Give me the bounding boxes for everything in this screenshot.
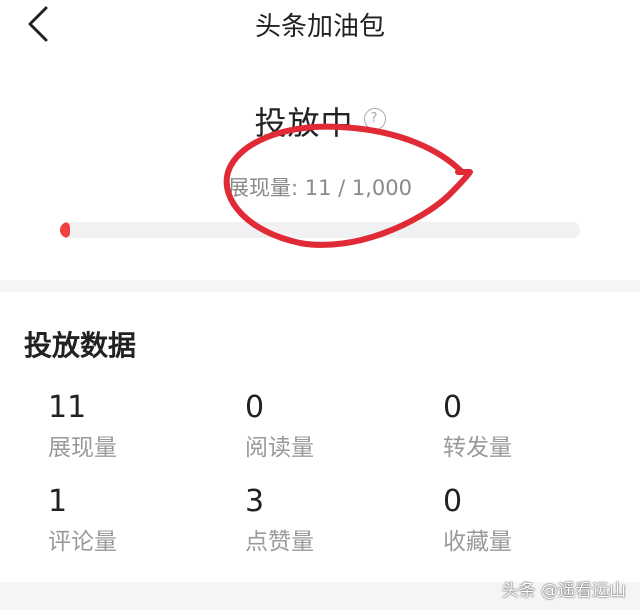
stat-value: 0 xyxy=(443,390,463,425)
progress-fill xyxy=(60,222,70,238)
stat-value: 0 xyxy=(443,484,463,519)
stat-label: 转发量 xyxy=(443,435,512,461)
page-title: 头条加油包 xyxy=(254,12,385,42)
stat-reads: 0 阅读量 xyxy=(245,390,425,462)
section-divider xyxy=(0,280,640,292)
stat-value: 1 xyxy=(48,484,68,519)
stat-label: 展现量 xyxy=(48,435,117,461)
status-title-row: 投放中? xyxy=(0,98,640,144)
stat-label: 点赞量 xyxy=(245,529,314,555)
delivery-data-section: 投放数据 11 展现量 0 阅读量 0 转发量 1 评论量 3 点赞量 0 收藏… xyxy=(0,292,640,582)
nav-bar: 头条加油包 xyxy=(0,0,640,63)
watermark: 头条 @遥看远山 xyxy=(501,581,626,601)
help-icon[interactable]: ? xyxy=(363,108,386,130)
impressions-progress-text: 展现量: 11 / 1,000 xyxy=(227,176,413,200)
status-card: 投放中? 展现量: 11 / 1,000 xyxy=(0,62,640,280)
stat-likes: 3 点赞量 xyxy=(245,484,425,556)
progress-track xyxy=(60,222,580,238)
stat-favorites: 0 收藏量 xyxy=(443,484,623,556)
stat-label: 收藏量 xyxy=(443,529,512,555)
stat-value: 11 xyxy=(48,390,87,425)
stat-impressions: 11 展现量 xyxy=(48,390,228,462)
stat-label: 评论量 xyxy=(48,529,117,555)
stat-comments: 1 评论量 xyxy=(48,484,228,556)
status-title: 投放中 xyxy=(254,104,354,142)
stat-value: 3 xyxy=(245,484,265,519)
stat-label: 阅读量 xyxy=(245,435,314,461)
section-title: 投放数据 xyxy=(24,329,137,362)
stat-shares: 0 转发量 xyxy=(443,390,623,462)
stat-value: 0 xyxy=(245,390,265,425)
